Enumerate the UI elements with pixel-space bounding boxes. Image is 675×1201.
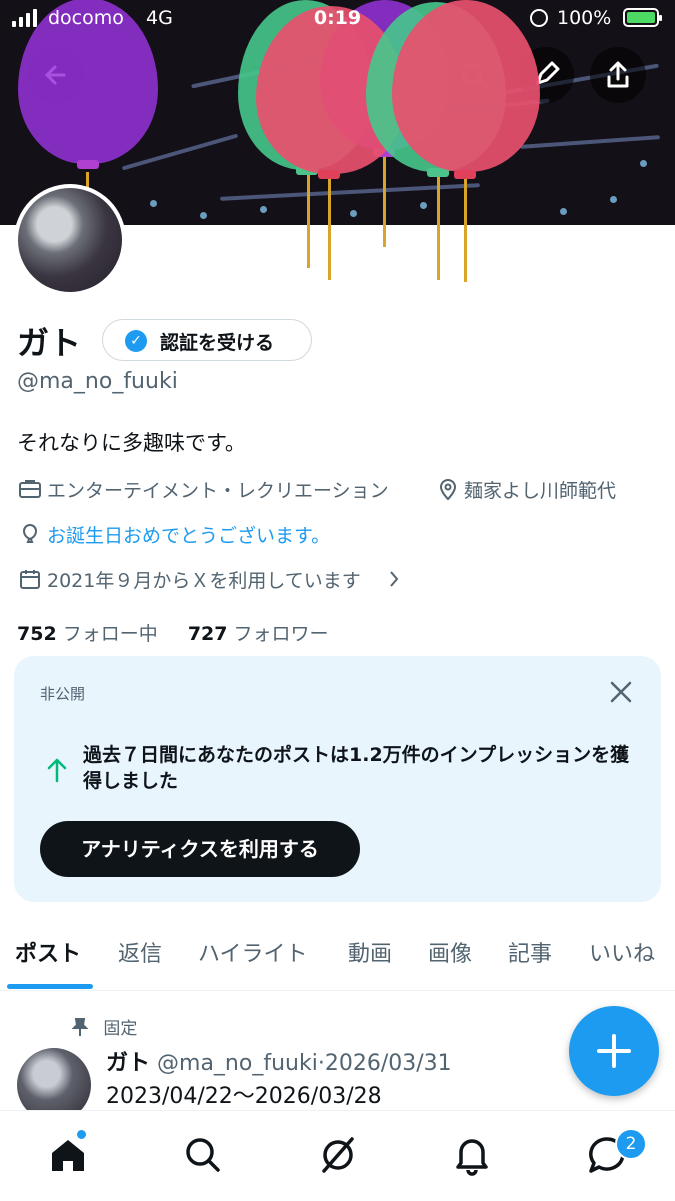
search-icon[interactable]: [181, 1133, 225, 1177]
battery-icon: [623, 8, 662, 27]
following-count: 752: [17, 623, 57, 645]
display-name: ガト: [17, 324, 82, 362]
briefcase-icon: [19, 480, 41, 498]
tab-posts[interactable]: ポスト: [15, 936, 81, 968]
tab-replies[interactable]: 返信: [118, 936, 162, 968]
share-button[interactable]: [590, 47, 646, 103]
grok-icon[interactable]: [316, 1133, 360, 1177]
close-icon[interactable]: [609, 680, 633, 704]
calendar-icon: [20, 570, 40, 589]
category-text: エンターテイメント・レクリエーション: [47, 480, 389, 502]
profile-tabs: ポスト 返信 ハイライト 動画 画像 記事 いいね: [0, 928, 675, 991]
location-pin-icon: [439, 479, 457, 501]
following-label: フォロー中: [62, 623, 158, 645]
post-author[interactable]: ガト: [106, 1051, 150, 1076]
location-text: 麺家よし川師範代: [464, 480, 617, 502]
profile-avatar[interactable]: [14, 184, 126, 296]
followers-link[interactable]: 727 フォロワー: [188, 623, 329, 645]
pinned-text: 固定: [103, 1019, 138, 1039]
followers-count: 727: [187, 623, 228, 645]
profile-birthday: お誕生日おめでとうございます。: [17, 521, 377, 547]
impressions-message: 過去７日間にあなたのポストは1.2万件のインプレッションを獲得しました: [83, 744, 630, 792]
profile-category: エンターテイメント・レクリエーション: [17, 476, 427, 502]
user-handle: @ma_no_fuuki: [17, 369, 178, 394]
tab-likes[interactable]: いいね: [589, 936, 655, 968]
post-handle[interactable]: @ma_no_fuuki: [157, 1051, 318, 1076]
orientation-lock-icon: [530, 9, 548, 27]
tab-articles[interactable]: 記事: [508, 936, 552, 968]
post-date[interactable]: 2026/03/31: [325, 1051, 452, 1076]
get-verified-button[interactable]: ✓ 認証を受ける: [102, 319, 312, 361]
bottom-navigation: [0, 1110, 675, 1201]
post-header: ガト @ma_no_fuuki·2026/03/31: [106, 1045, 452, 1077]
bell-icon[interactable]: [450, 1133, 494, 1177]
tab-highlights[interactable]: ハイライト: [198, 936, 308, 968]
plus-icon: [597, 1034, 631, 1068]
share-icon: [607, 61, 629, 88]
follow-stats: 752 フォロー中 727 フォロワー: [17, 619, 329, 646]
joined-text: 2021年９月からＸを利用しています: [47, 570, 361, 592]
following-link[interactable]: 752 フォロー中: [17, 623, 158, 645]
profile-bio: それなりに多趣味です。: [17, 431, 246, 455]
arrow-up-icon: [47, 758, 67, 783]
tab-photos[interactable]: 画像: [428, 936, 472, 968]
profile-location: 麺家よし川師範代: [436, 476, 661, 502]
post-separator: ·: [317, 1051, 325, 1076]
verified-badge-icon: ✓: [125, 330, 147, 352]
analytics-card: 非公開 過去７日間にあなたのポストは1.2万件のインプレッションを獲得しました …: [14, 656, 661, 902]
private-tag: 非公開: [40, 685, 86, 703]
tab-videos[interactable]: 動画: [348, 936, 392, 968]
chevron-right-icon: [390, 571, 399, 587]
messages-badge: 2: [615, 1128, 647, 1160]
analytics-button[interactable]: アナリティクスを利用する: [40, 821, 360, 877]
post-text: 2023/04/22〜2026/03/28: [106, 1084, 382, 1109]
status-bar: docomo 4G 0:19 100%: [0, 0, 675, 38]
followers-label: フォロワー: [233, 623, 329, 645]
get-verified-label: 認証を受ける: [160, 332, 275, 354]
home-unread-dot: [77, 1130, 86, 1139]
profile-joined[interactable]: 2021年９月からＸを利用しています: [17, 566, 417, 592]
active-tab-indicator: [7, 984, 93, 989]
compose-button[interactable]: [569, 1006, 659, 1096]
pin-icon: [71, 1018, 89, 1036]
home-icon[interactable]: [46, 1133, 90, 1177]
birthday-text: お誕生日おめでとうございます。: [47, 525, 331, 547]
balloon-icon: [22, 523, 38, 543]
pinned-label: 固定: [70, 1014, 137, 1039]
battery-percent: 100%: [557, 7, 612, 29]
